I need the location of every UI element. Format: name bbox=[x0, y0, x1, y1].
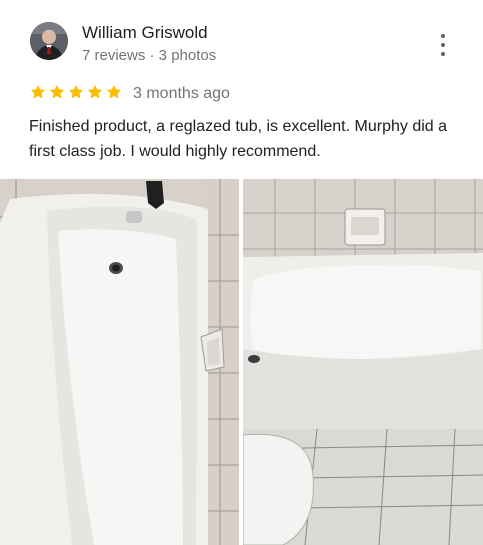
review-photo-1[interactable] bbox=[0, 179, 239, 545]
star-icon bbox=[49, 84, 65, 99]
reviewer-name[interactable]: William Griswold bbox=[82, 23, 208, 43]
star-icon bbox=[30, 84, 46, 99]
reviewer-meta: 7 reviews · 3 photos bbox=[82, 47, 217, 64]
review-time: 3 months ago bbox=[133, 85, 230, 102]
review-text: Finished product, a reglazed tub, is exc… bbox=[29, 118, 448, 160]
reviewer-avatar[interactable] bbox=[30, 22, 68, 60]
star-icon bbox=[87, 84, 103, 99]
star-icon bbox=[106, 84, 122, 99]
rating-stars bbox=[29, 83, 123, 101]
more-options-icon[interactable] bbox=[433, 34, 453, 56]
star-icon bbox=[68, 84, 84, 99]
review-photo-2[interactable] bbox=[243, 179, 483, 545]
review-header: William Griswold 7 reviews · 3 photos 3 … bbox=[0, 0, 483, 178]
